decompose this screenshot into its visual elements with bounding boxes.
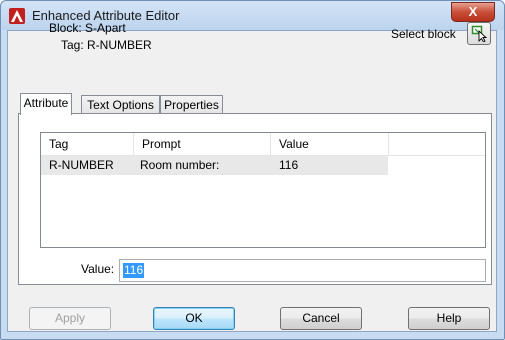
- tab-text-options[interactable]: Text Options: [81, 95, 160, 115]
- value-input-text: 116: [123, 263, 145, 278]
- row-prompt-cell: Room number:: [140, 158, 220, 172]
- tab-text-options-label: Text Options: [87, 98, 154, 112]
- row-value-cell: 116: [279, 158, 299, 172]
- block-name-label: Block: S-Apart: [49, 21, 126, 35]
- column-header-tag[interactable]: Tag: [41, 133, 134, 155]
- select-block-label: Select block: [391, 27, 456, 41]
- help-button[interactable]: Help: [408, 307, 490, 330]
- value-field-label: Value:: [81, 262, 115, 276]
- column-header-value[interactable]: Value: [271, 133, 389, 155]
- ok-button[interactable]: OK: [153, 307, 235, 330]
- tab-attribute[interactable]: Attribute: [20, 93, 72, 115]
- attribute-list-header: Tag Prompt Value: [41, 133, 485, 156]
- select-objects-cursor-icon: [471, 25, 488, 42]
- table-row[interactable]: R-NUMBER Room number: 116: [41, 156, 388, 175]
- tab-properties[interactable]: Properties: [160, 95, 223, 115]
- tab-properties-label: Properties: [164, 98, 219, 112]
- value-input[interactable]: 116: [119, 259, 486, 282]
- tab-attribute-label: Attribute: [23, 96, 69, 110]
- close-icon: X: [468, 4, 478, 19]
- close-button[interactable]: X: [451, 2, 495, 22]
- column-header-prompt[interactable]: Prompt: [134, 133, 271, 155]
- row-tag-cell: R-NUMBER: [49, 158, 114, 172]
- apply-button[interactable]: Apply: [29, 307, 111, 330]
- cancel-button[interactable]: Cancel: [280, 307, 362, 330]
- autocad-a-icon: [9, 8, 25, 24]
- select-block-button[interactable]: [467, 22, 491, 45]
- attribute-list[interactable]: Tag Prompt Value R-NUMBER Room number: 1…: [40, 132, 486, 248]
- tag-name-label: Tag: R-NUMBER: [61, 38, 152, 52]
